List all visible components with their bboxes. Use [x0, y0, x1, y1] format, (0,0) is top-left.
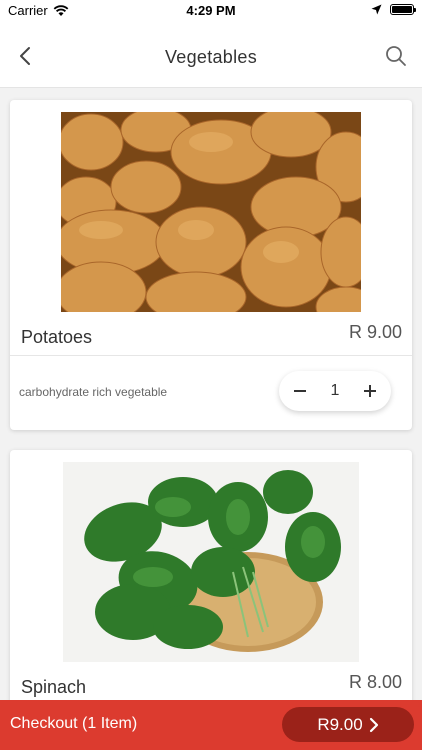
checkout-total: R9.00: [317, 714, 363, 734]
status-icons: [371, 4, 416, 15]
minus-icon: [294, 390, 306, 392]
checkout-bar[interactable]: Checkout (1 Item) R9.00: [0, 700, 422, 750]
checkout-total-button[interactable]: R9.00: [282, 707, 414, 742]
page-title: Vegetables: [164, 47, 258, 67]
product-price: R 8.00: [348, 672, 402, 692]
product-description: carbohydrate rich vegetable: [19, 385, 168, 399]
quantity-stepper: 1: [279, 371, 391, 411]
product-name: Spinach: [21, 677, 87, 697]
product-name: Potatoes: [21, 327, 93, 347]
status-bar: Carrier 4:29 PM: [0, 0, 422, 22]
checkout-label: Checkout (1 Item): [10, 715, 138, 732]
clock: 4:29 PM: [186, 3, 236, 18]
spinach-image: [63, 462, 359, 662]
chevron-right-icon: [369, 717, 378, 732]
product-card-spinach[interactable]: Spinach R 8.00: [10, 450, 412, 700]
quantity-value: 1: [330, 382, 340, 399]
plus-icon: [364, 385, 376, 397]
product-card-potatoes[interactable]: Potatoes R 9.00 carbohydrate rich vegeta…: [10, 100, 412, 430]
increment-button[interactable]: [361, 382, 379, 400]
divider: [10, 355, 412, 356]
decrement-button[interactable]: [291, 382, 309, 400]
product-list: Potatoes R 9.00 carbohydrate rich vegeta…: [0, 88, 422, 700]
location-arrow-icon: [371, 4, 382, 15]
product-price: R 9.00: [348, 322, 402, 342]
navigation-bar: Vegetables: [0, 22, 422, 88]
battery-icon: [390, 4, 416, 15]
search-icon[interactable]: [384, 44, 408, 68]
potatoes-image: [61, 112, 361, 312]
